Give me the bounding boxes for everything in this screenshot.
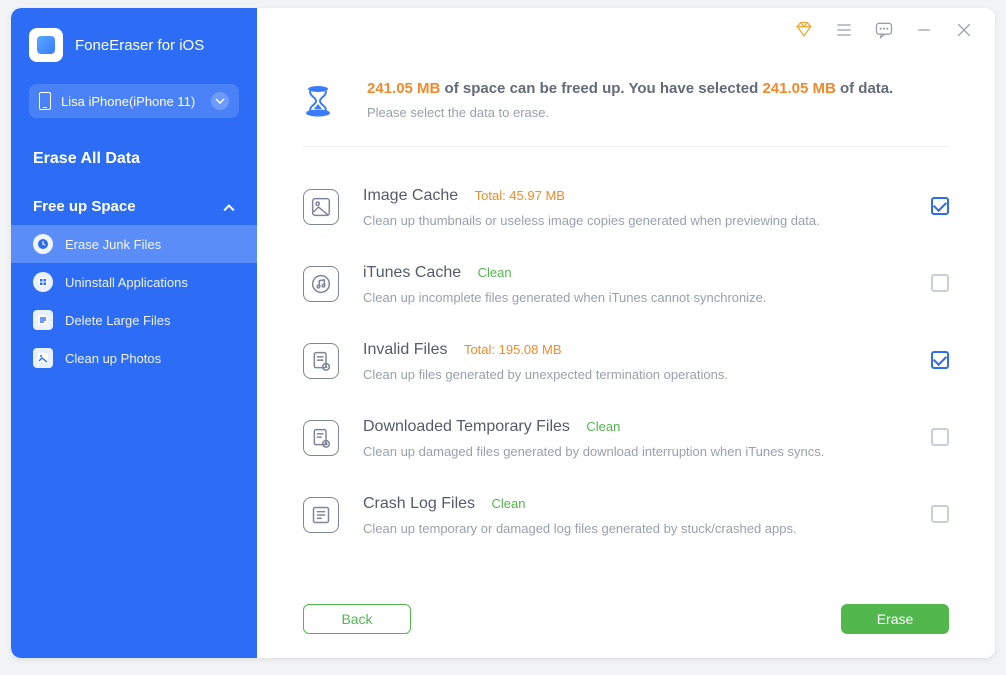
sidebar-item-cleanup-photos[interactable]: Clean up Photos (11, 339, 257, 377)
summary-selected-value: 241.05 MB (762, 80, 835, 97)
category-body: Image Cache Total: 45.97 MB Clean up thu… (363, 187, 907, 228)
sidebar-item-label: Erase Junk Files (65, 237, 161, 252)
app-window: FoneEraser for iOS Lisa iPhone(iPhone 11… (11, 8, 995, 658)
category-body: Invalid Files Total: 195.08 MB Clean up … (363, 341, 907, 382)
category-meta: Total: 45.97 MB (475, 188, 565, 203)
clock-icon (33, 234, 53, 254)
category-title: Image Cache (363, 187, 458, 205)
category-title: Crash Log Files (363, 495, 475, 513)
category-list: Image Cache Total: 45.97 MB Clean up thu… (303, 147, 949, 558)
sidebar-item-uninstall[interactable]: Uninstall Applications (11, 263, 257, 301)
titlebar (257, 8, 995, 52)
category-title: iTunes Cache (363, 264, 461, 282)
erase-button[interactable]: Erase (841, 604, 949, 634)
close-icon[interactable] (953, 19, 975, 41)
summary: 241.05 MB of space can be freed up. You … (303, 62, 949, 147)
app-logo-icon (29, 28, 63, 62)
chevron-down-icon (211, 92, 229, 110)
summary-mid: of space can be freed up. You have selec… (440, 80, 762, 97)
summary-tail: of data. (836, 80, 894, 97)
category-meta: Clean (478, 265, 512, 280)
minimize-icon[interactable] (913, 19, 935, 41)
footer: Back Erase (257, 604, 995, 658)
category-row: Invalid Files Total: 195.08 MB Clean up … (303, 327, 949, 404)
nav-freeup-toggle[interactable]: Free up Space (11, 188, 257, 225)
category-meta: Total: 195.08 MB (464, 342, 562, 357)
sidebar-item-label: Uninstall Applications (65, 275, 188, 290)
summary-line: 241.05 MB of space can be freed up. You … (367, 80, 893, 97)
sidebar-item-erase-junk[interactable]: Erase Junk Files (11, 225, 257, 263)
category-checkbox[interactable] (931, 351, 949, 369)
category-title: Downloaded Temporary Files (363, 418, 570, 436)
sidebar-item-delete-large[interactable]: Delete Large Files (11, 301, 257, 339)
category-body: Crash Log Files Clean Clean up temporary… (363, 495, 907, 536)
category-row: Downloaded Temporary Files Clean Clean u… (303, 404, 949, 481)
category-body: Downloaded Temporary Files Clean Clean u… (363, 418, 907, 459)
category-row: iTunes Cache Clean Clean up incomplete f… (303, 250, 949, 327)
nav-freeup-label: Free up Space (33, 198, 136, 215)
diamond-icon[interactable] (793, 19, 815, 41)
phone-icon (39, 92, 51, 110)
nav-section-freeup: Free up Space Erase Junk Files Uninstall… (11, 188, 257, 383)
chat-icon[interactable] (873, 19, 895, 41)
apps-icon (33, 272, 53, 292)
category-checkbox[interactable] (931, 197, 949, 215)
nav-erase-all[interactable]: Erase All Data (11, 134, 257, 180)
device-label: Lisa iPhone(iPhone 11) (61, 94, 195, 109)
sidebar: FoneEraser for iOS Lisa iPhone(iPhone 11… (11, 8, 257, 658)
category-checkbox[interactable] (931, 505, 949, 523)
summary-free-value: 241.05 MB (367, 80, 440, 97)
sidebar-item-label: Delete Large Files (65, 313, 171, 328)
category-desc: Clean up damaged files generated by down… (363, 444, 907, 459)
sidebar-item-label: Clean up Photos (65, 351, 161, 366)
device-selector[interactable]: Lisa iPhone(iPhone 11) (29, 84, 239, 118)
image-cache-icon (303, 189, 339, 225)
invalid-files-icon (303, 343, 339, 379)
brand: FoneEraser for iOS (11, 28, 257, 80)
category-desc: Clean up incomplete files generated when… (363, 290, 907, 305)
category-checkbox[interactable] (931, 274, 949, 292)
photo-icon (33, 348, 53, 368)
menu-icon[interactable] (833, 19, 855, 41)
itunes-cache-icon (303, 266, 339, 302)
summary-text-block: 241.05 MB of space can be freed up. You … (367, 80, 893, 122)
category-desc: Clean up files generated by unexpected t… (363, 367, 907, 382)
main: 241.05 MB of space can be freed up. You … (257, 8, 995, 658)
category-meta: Clean (586, 419, 620, 434)
category-meta: Clean (492, 496, 526, 511)
category-desc: Clean up temporary or damaged log files … (363, 521, 907, 536)
category-checkbox[interactable] (931, 428, 949, 446)
crash-log-icon (303, 497, 339, 533)
category-row: Crash Log Files Clean Clean up temporary… (303, 481, 949, 558)
downloaded-temp-icon (303, 420, 339, 456)
category-title: Invalid Files (363, 341, 447, 359)
app-title: FoneEraser for iOS (75, 37, 204, 54)
summary-subtext: Please select the data to erase. (367, 105, 893, 120)
category-body: iTunes Cache Clean Clean up incomplete f… (363, 264, 907, 305)
chevron-up-icon (223, 198, 235, 215)
category-desc: Clean up thumbnails or useless image cop… (363, 213, 907, 228)
back-button[interactable]: Back (303, 604, 411, 634)
hourglass-icon (297, 80, 339, 122)
content: 241.05 MB of space can be freed up. You … (257, 52, 995, 604)
category-row: Image Cache Total: 45.97 MB Clean up thu… (303, 173, 949, 250)
file-icon (33, 310, 53, 330)
